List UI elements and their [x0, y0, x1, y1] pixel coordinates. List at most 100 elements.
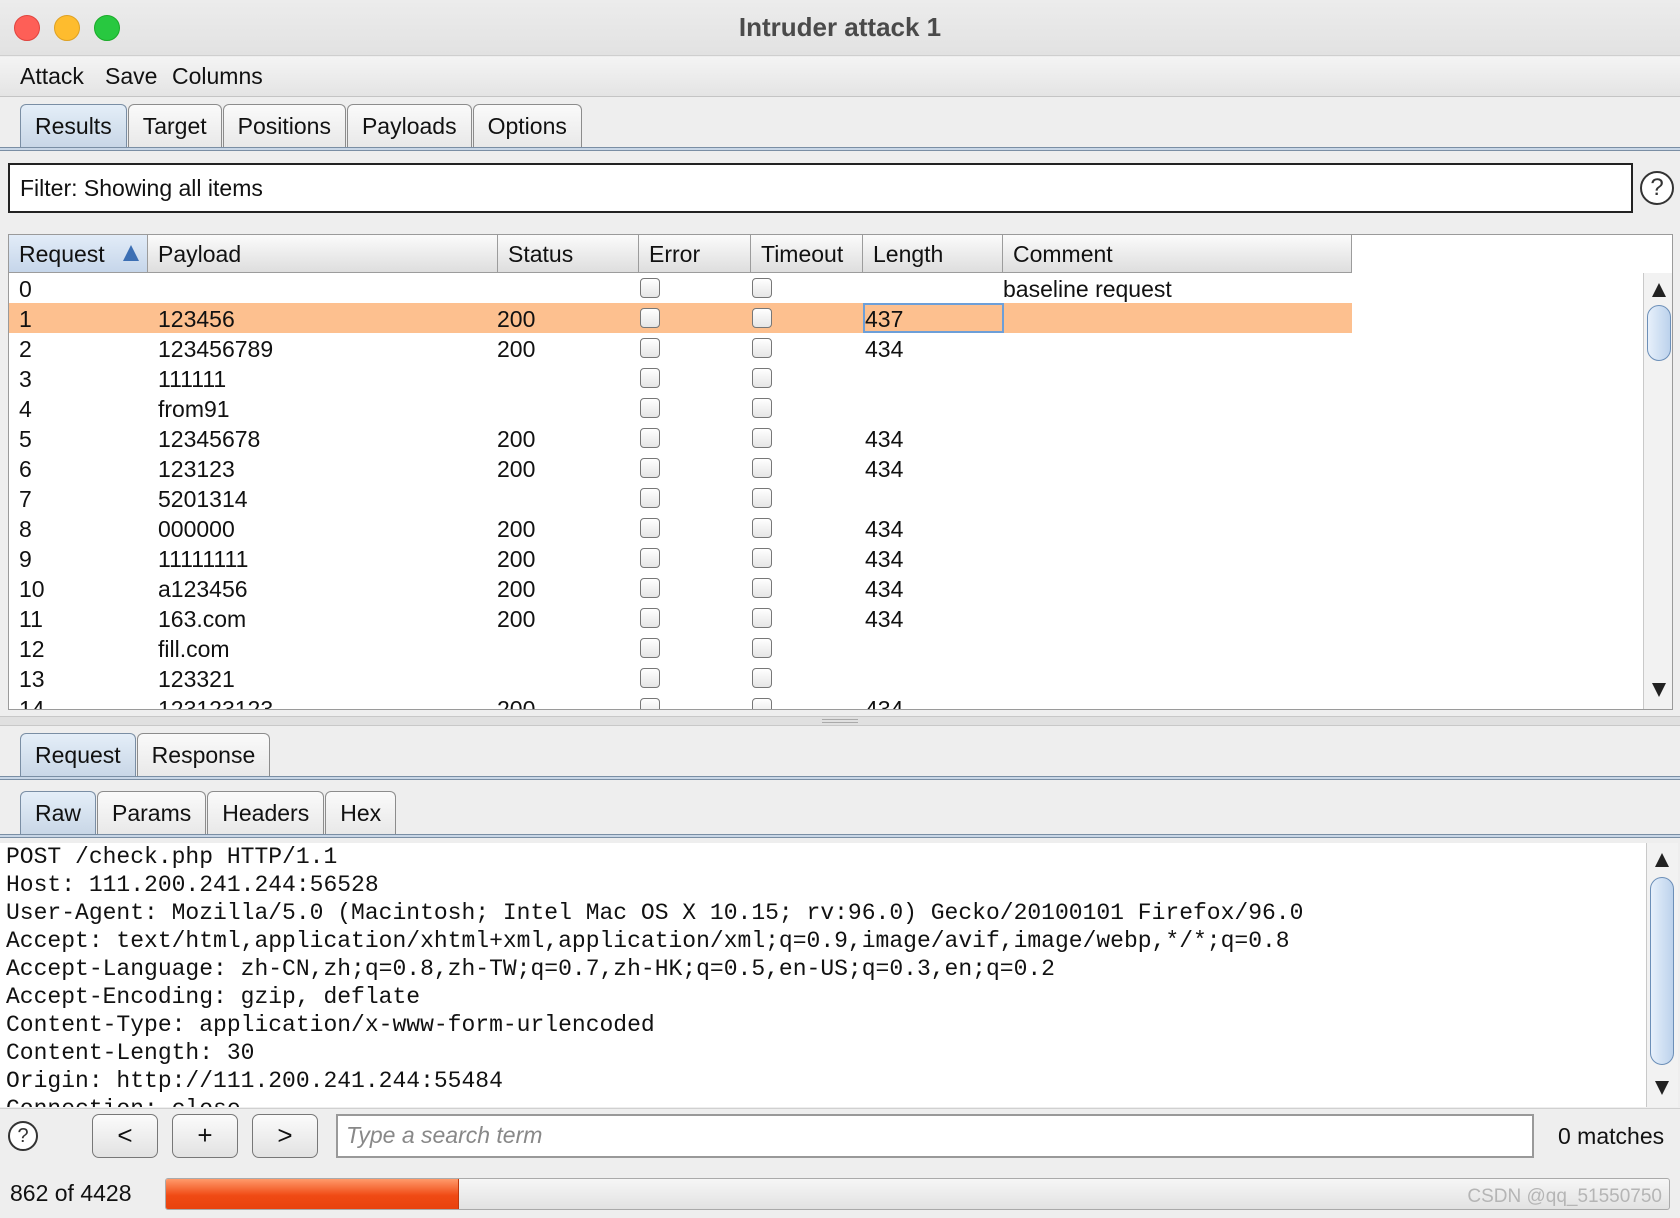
table-row[interactable]: 4 from91: [9, 393, 1352, 423]
split-pane-divider[interactable]: [0, 716, 1680, 726]
watermark: CSDN @qq_51550750: [1467, 1186, 1662, 1207]
table-row[interactable]: 10 a123456 200 434: [9, 573, 1352, 603]
cell-request: 2: [19, 336, 32, 362]
column-header-length[interactable]: Length: [863, 235, 1003, 273]
raw-request-text[interactable]: POST /check.php HTTP/1.1 Host: 111.200.24…: [0, 843, 1646, 1107]
column-header-comment[interactable]: Comment: [1003, 235, 1352, 273]
scroll-up-arrow-icon[interactable]: [1652, 283, 1666, 297]
timeout-checkbox: [752, 698, 772, 709]
cell-payload: 111111: [158, 366, 227, 392]
question-circle-icon[interactable]: ?: [1640, 171, 1674, 205]
cell-request: 0: [19, 276, 32, 302]
cell-status: 200: [497, 516, 536, 542]
tab-target[interactable]: Target: [127, 104, 222, 148]
intruder-window: Intruder attack 1 Attack Save Columns Re…: [0, 0, 1680, 1218]
tab-request[interactable]: Request: [20, 733, 136, 777]
next-match-button[interactable]: >: [252, 1114, 318, 1158]
column-header-payload[interactable]: Payload: [148, 235, 498, 273]
timeout-checkbox: [752, 548, 772, 568]
results-scroll-thumb[interactable]: [1647, 305, 1671, 361]
cell-request: 3: [19, 366, 32, 392]
results-table-header: Request Payload Status Error Timeout Len…: [9, 235, 1352, 273]
cell-payload: 163.com: [158, 606, 247, 632]
table-row[interactable]: 6 123123 200 434: [9, 453, 1352, 483]
search-input[interactable]: Type a search term: [336, 1114, 1534, 1158]
tab-results[interactable]: Results: [20, 104, 127, 148]
table-row[interactable]: 1 123456 200 437: [9, 303, 1352, 333]
cell-request: 6: [19, 456, 32, 482]
title-bar: Intruder attack 1: [0, 0, 1680, 56]
filter-bar[interactable]: Filter: Showing all items: [8, 163, 1633, 213]
column-header-request[interactable]: Request: [9, 235, 148, 273]
tab-headers[interactable]: Headers: [207, 791, 325, 835]
tab-hex[interactable]: Hex: [325, 791, 397, 835]
cell-payload: 000000: [158, 516, 235, 542]
cell-length: 434: [865, 456, 904, 482]
attack-progress-bar: [165, 1178, 1670, 1210]
timeout-checkbox: [752, 278, 772, 298]
window-title: Intruder attack 1: [738, 12, 942, 42]
cell-payload: 5201314: [158, 486, 248, 512]
error-checkbox: [640, 398, 660, 418]
cell-request: 14: [19, 696, 45, 710]
error-checkbox: [640, 578, 660, 598]
tab-params[interactable]: Params: [97, 791, 207, 835]
divider-grip-icon[interactable]: [822, 719, 858, 723]
sort-ascending-icon: [123, 245, 139, 261]
error-checkbox: [640, 698, 660, 709]
raw-scrollbar[interactable]: [1646, 843, 1678, 1107]
raw-scroll-down-arrow-icon[interactable]: [1655, 1081, 1669, 1095]
cell-request: 12: [19, 636, 45, 662]
column-header-timeout[interactable]: Timeout: [751, 235, 863, 273]
table-row[interactable]: 8 000000 200 434: [9, 513, 1352, 543]
cell-length: 434: [865, 426, 904, 452]
table-row[interactable]: 13 123321: [9, 663, 1352, 693]
table-row[interactable]: 9 11111111 200 434: [9, 543, 1352, 573]
table-row[interactable]: 12 fill.com: [9, 633, 1352, 663]
previous-match-button[interactable]: <: [92, 1114, 158, 1158]
column-header-error[interactable]: Error: [639, 235, 751, 273]
results-table: Request Payload Status Error Timeout Len…: [8, 234, 1673, 710]
match-count: 0 matches: [1558, 1123, 1665, 1149]
error-checkbox: [640, 278, 660, 298]
tab-response[interactable]: Response: [136, 733, 271, 777]
column-header-status[interactable]: Status: [498, 235, 639, 273]
cell-length: 434: [865, 516, 904, 542]
cell-request: 8: [19, 516, 32, 542]
tab-raw[interactable]: Raw: [20, 791, 97, 835]
cell-payload: a123456: [158, 576, 248, 602]
table-row[interactable]: 5 12345678 200 434: [9, 423, 1352, 453]
menu-attack[interactable]: Attack: [20, 63, 84, 90]
tab-payloads[interactable]: Payloads: [346, 104, 472, 148]
cell-payload: 123321: [158, 666, 235, 692]
raw-line: Content-Length: 30: [6, 1040, 255, 1066]
scroll-down-arrow-icon[interactable]: [1652, 683, 1666, 697]
tab-options[interactable]: Options: [472, 104, 582, 148]
raw-line: Host: 111.200.241.244:56528: [6, 872, 379, 898]
search-bar: ? < + > Type a search term 0 matches: [0, 1108, 1680, 1166]
error-checkbox: [640, 518, 660, 538]
add-search-button[interactable]: +: [172, 1114, 238, 1158]
results-scrollbar[interactable]: [1643, 273, 1672, 709]
cell-request: 7: [19, 486, 32, 512]
column-label-request: Request: [19, 241, 105, 267]
table-row[interactable]: 3 111111: [9, 363, 1352, 393]
table-row[interactable]: 7 5201314: [9, 483, 1352, 513]
raw-scroll-thumb[interactable]: [1650, 877, 1674, 1065]
menu-columns[interactable]: Columns: [172, 63, 263, 90]
search-help-icon[interactable]: ?: [8, 1121, 38, 1151]
menu-save[interactable]: Save: [105, 63, 157, 90]
table-row[interactable]: 11 163.com 200 434: [9, 603, 1352, 633]
table-row[interactable]: 0 baseline request: [9, 273, 1352, 303]
raw-scroll-up-arrow-icon[interactable]: [1655, 853, 1669, 867]
raw-line: Origin: http://111.200.241.244:55484: [6, 1068, 503, 1094]
timeout-checkbox: [752, 398, 772, 418]
table-row[interactable]: 14 123123123 200 434: [9, 693, 1352, 710]
cell-status: 200: [497, 456, 536, 482]
results-table-body: 0 baseline request 1 123456 200 437 2 123456789…: [9, 273, 1352, 710]
timeout-checkbox: [752, 608, 772, 628]
tab-positions[interactable]: Positions: [222, 104, 346, 148]
cell-length: 434: [865, 576, 904, 602]
table-row[interactable]: 2 123456789 200 434: [9, 333, 1352, 363]
cell-request: 11: [19, 606, 43, 632]
